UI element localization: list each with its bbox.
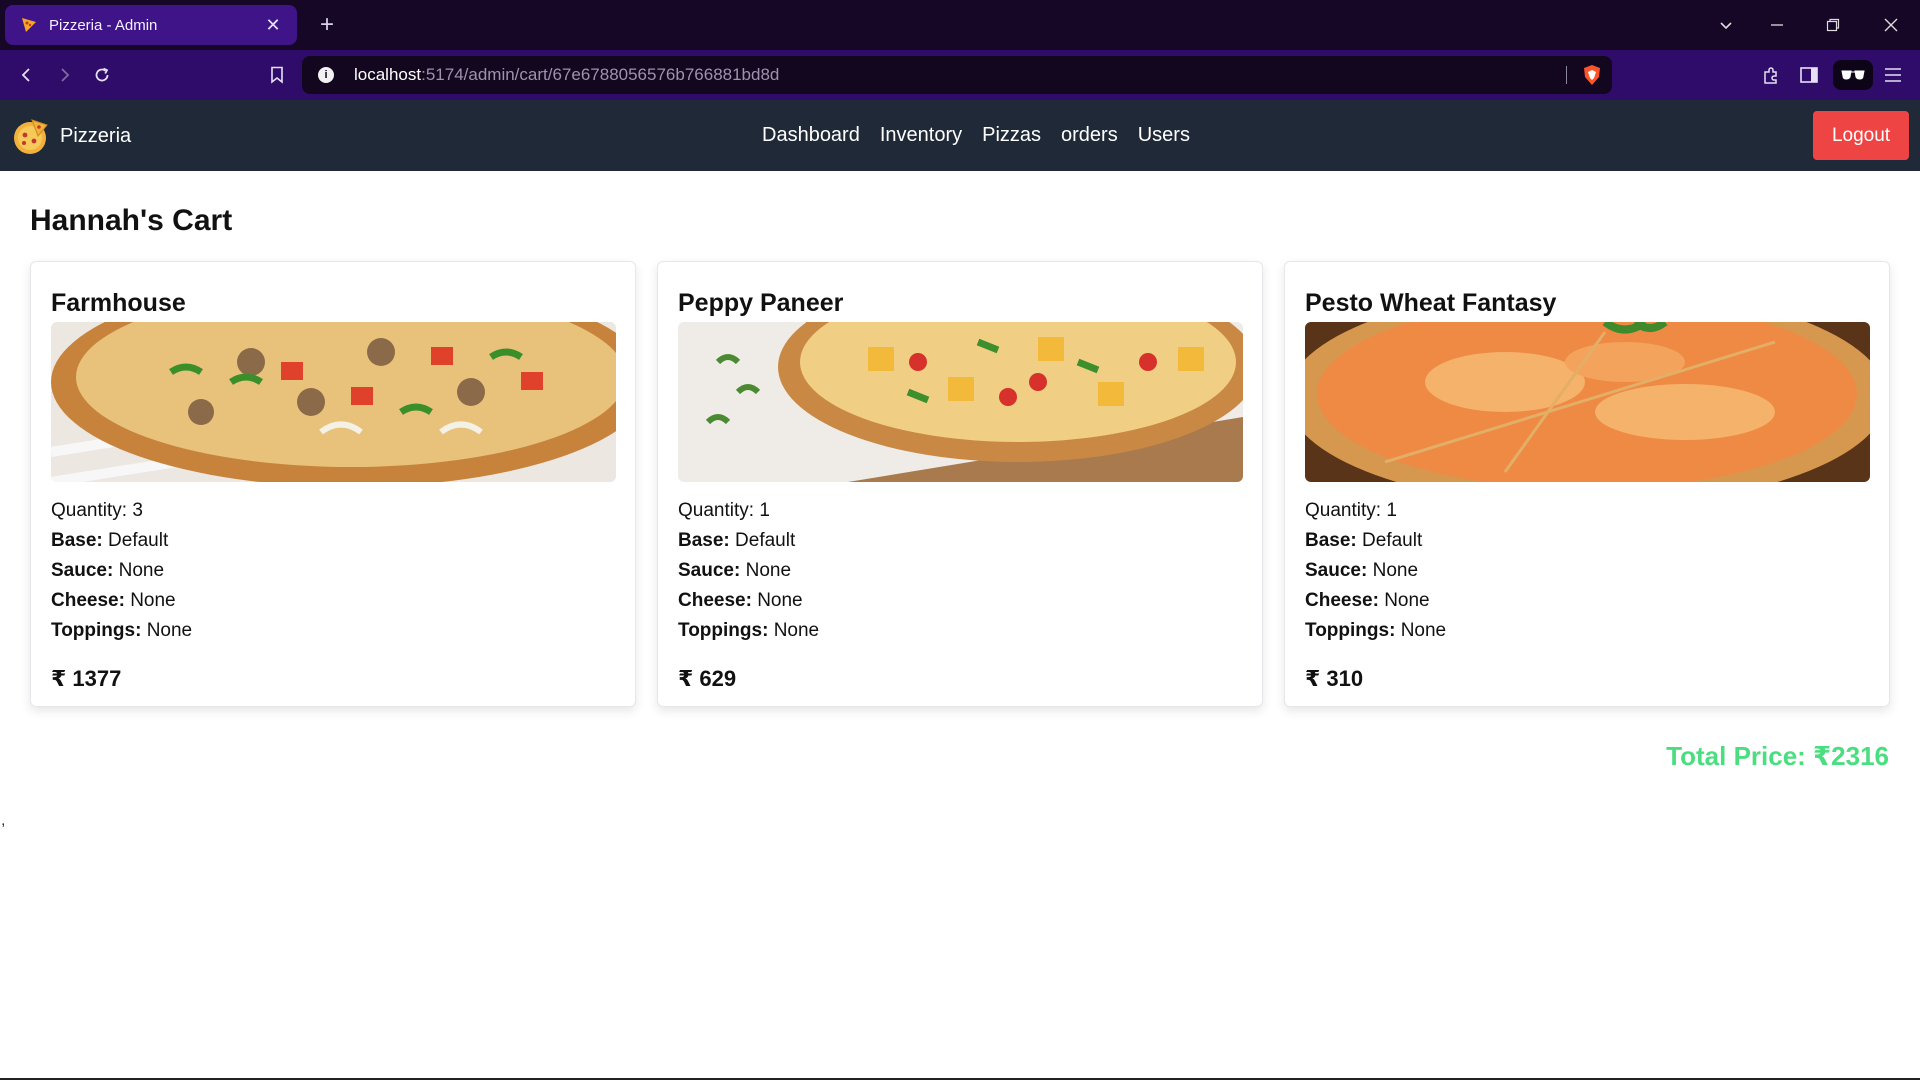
pizza-logo-icon [10,116,50,156]
cart-item-card: Pesto Wheat Fantasy Quantity: 1 Base: De… [1284,261,1890,707]
pizza-image [1305,322,1870,482]
cheese-label: Cheese: [1305,590,1379,611]
sauce-row: Sauce: None [678,556,1242,586]
sauce-row: Sauce: None [51,556,615,586]
close-window-icon[interactable] [1866,0,1916,50]
pizza-favicon-icon [19,15,39,35]
site-info-icon[interactable]: i [318,67,334,83]
brand-name: Pizzeria [60,124,132,147]
close-tab-icon[interactable]: ✕ [263,15,283,36]
sauce-label: Sauce: [678,560,741,581]
toppings-row: Toppings: None [678,616,1242,646]
item-details: Quantity: 1 Base: Default Sauce: None Ch… [678,496,1242,646]
sidebar-toggle-icon[interactable] [1794,60,1824,90]
browser-titlebar: Pizzeria - Admin ✕ + [0,0,1920,50]
nav-link-dashboard[interactable]: Dashboard [762,124,860,147]
base-label: Base: [51,530,103,551]
brave-shields-icon[interactable] [1581,64,1603,86]
quantity-label: Quantity: [1305,500,1382,521]
cart-item-card: Farmhouse Quantity: 3 Base: Default Sauc… [30,261,636,707]
toppings-value: None [146,620,193,641]
toppings-label: Toppings: [51,620,142,641]
restore-icon[interactable] [1808,0,1858,50]
stray-comma: , [1,812,6,829]
quantity-label: Quantity: [678,500,755,521]
toppings-row: Toppings: None [1305,616,1869,646]
back-arrow-icon[interactable] [12,60,42,90]
toppings-value: None [1400,620,1447,641]
base-row: Base: Default [1305,526,1869,556]
sauce-label: Sauce: [1305,560,1368,581]
page-title: Hannah's Cart [30,204,233,237]
sauce-label: Sauce: [51,560,114,581]
nav-link-pizzas[interactable]: Pizzas [982,124,1041,147]
sauce-row: Sauce: None [1305,556,1869,586]
reload-icon[interactable] [87,60,117,90]
pizza-image [678,322,1243,482]
toppings-row: Toppings: None [51,616,615,646]
url-host: localhost [354,65,422,84]
sauce-value: None [118,560,165,581]
cheese-value: None [757,590,803,611]
cheese-label: Cheese: [678,590,752,611]
pizza-name: Peppy Paneer [678,289,844,317]
base-label: Base: [678,530,730,551]
tab-list-chevron-icon[interactable] [1701,0,1751,50]
extensions-icon[interactable] [1756,60,1786,90]
toppings-label: Toppings: [1305,620,1396,641]
cheese-value: None [1384,590,1430,611]
brand[interactable]: Pizzeria [10,116,131,156]
cheese-row: Cheese: None [1305,586,1869,616]
new-tab-button[interactable]: + [312,10,342,40]
sauce-value: None [745,560,792,581]
nav-link-users[interactable]: Users [1138,124,1190,147]
base-value: Default [735,530,796,551]
reader-mode-glasses-icon[interactable] [1833,60,1873,90]
toppings-label: Toppings: [678,620,769,641]
app-navbar: Pizzeria Dashboard Inventory Pizzas orde… [0,100,1920,171]
cheese-value: None [130,590,176,611]
quantity-value: 1 [759,500,770,521]
quantity-value: 1 [1386,500,1397,521]
nav-link-orders[interactable]: orders [1061,124,1118,147]
sauce-value: None [1372,560,1419,581]
cheese-row: Cheese: None [678,586,1242,616]
pizza-image [51,322,616,482]
quantity-value: 3 [132,500,143,521]
cheese-label: Cheese: [51,590,125,611]
forward-arrow-icon[interactable] [49,60,79,90]
base-label: Base: [1305,530,1357,551]
cart-item-card: Peppy Paneer Quantity: 1 Base: Default S… [657,261,1263,707]
item-price: ₹ 310 [1305,666,1364,691]
item-details: Quantity: 3 Base: Default Sauce: None Ch… [51,496,615,646]
pizza-name: Farmhouse [51,289,186,317]
cart-items: Farmhouse Quantity: 3 Base: Default Sauc… [30,261,1890,707]
base-value: Default [108,530,169,551]
base-row: Base: Default [678,526,1242,556]
quantity-row: Quantity: 1 [1305,496,1869,526]
nav-links: Dashboard Inventory Pizzas orders Users [762,124,1190,147]
quantity-row: Quantity: 3 [51,496,615,526]
address-bar[interactable]: i localhost:5174/admin/cart/67e678805657… [302,56,1612,94]
minimize-icon[interactable] [1752,0,1802,50]
browser-tab[interactable]: Pizzeria - Admin ✕ [5,5,297,45]
bookmark-icon[interactable] [262,60,292,90]
nav-link-inventory[interactable]: Inventory [880,124,962,147]
quantity-row: Quantity: 1 [678,496,1242,526]
tab-title: Pizzeria - Admin [49,16,158,34]
total-price: Total Price: ₹2316 [1666,741,1889,771]
logout-button[interactable]: Logout [1813,111,1909,160]
toppings-value: None [773,620,820,641]
item-price: ₹ 629 [678,666,737,691]
url-path: :5174/admin/cart/67e6788056576b766881bd8… [421,65,780,84]
pizza-name: Pesto Wheat Fantasy [1305,289,1557,317]
menu-icon[interactable] [1878,60,1908,90]
item-details: Quantity: 1 Base: Default Sauce: None Ch… [1305,496,1869,646]
cheese-row: Cheese: None [51,586,615,616]
base-value: Default [1362,530,1423,551]
url-divider [1566,66,1567,84]
quantity-label: Quantity: [51,500,128,521]
item-price: ₹ 1377 [51,666,122,691]
base-row: Base: Default [51,526,615,556]
